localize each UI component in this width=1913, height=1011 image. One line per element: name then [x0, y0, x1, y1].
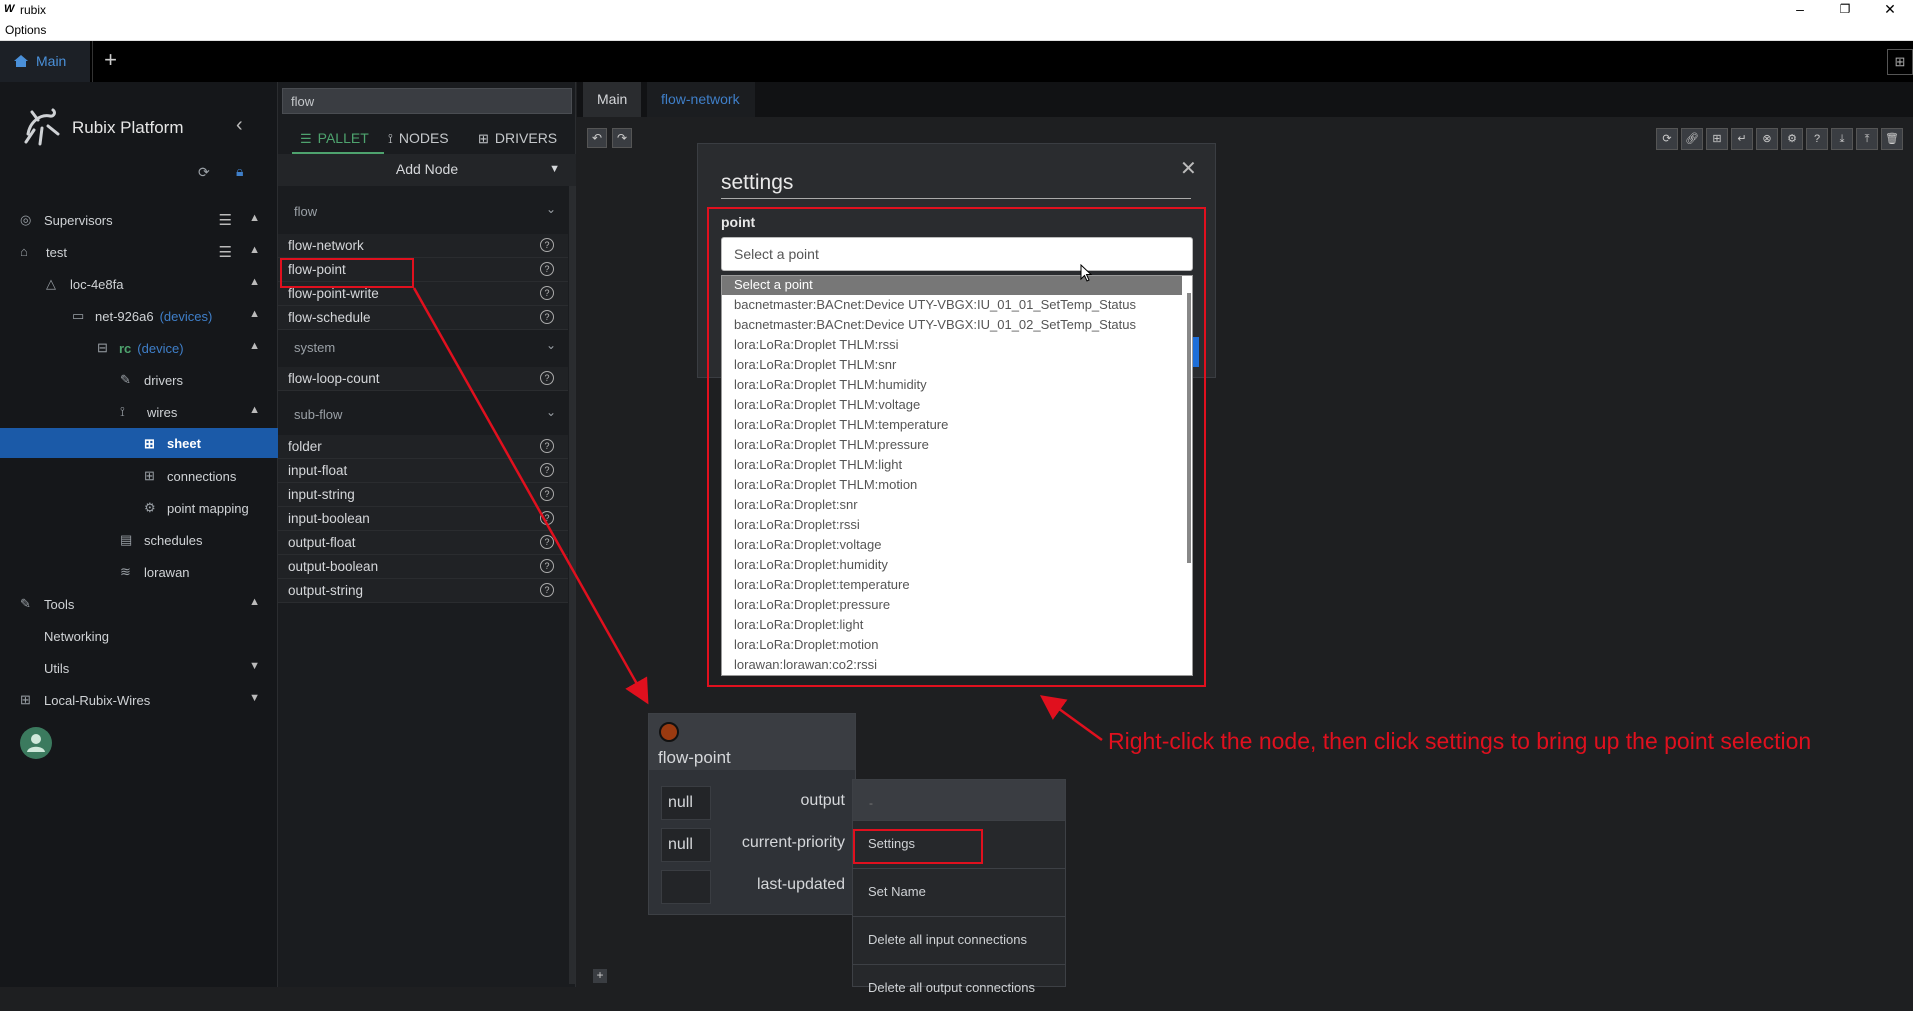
annotation-arrows	[412, 287, 1103, 742]
annotation-text: Right-click the node, then click setting…	[1108, 728, 1812, 754]
arrow-to-node	[412, 287, 649, 705]
zoom-in-icon[interactable]: +	[593, 969, 607, 983]
arrow-to-dialog	[1039, 695, 1103, 742]
mouse-cursor-icon	[1080, 264, 1093, 282]
